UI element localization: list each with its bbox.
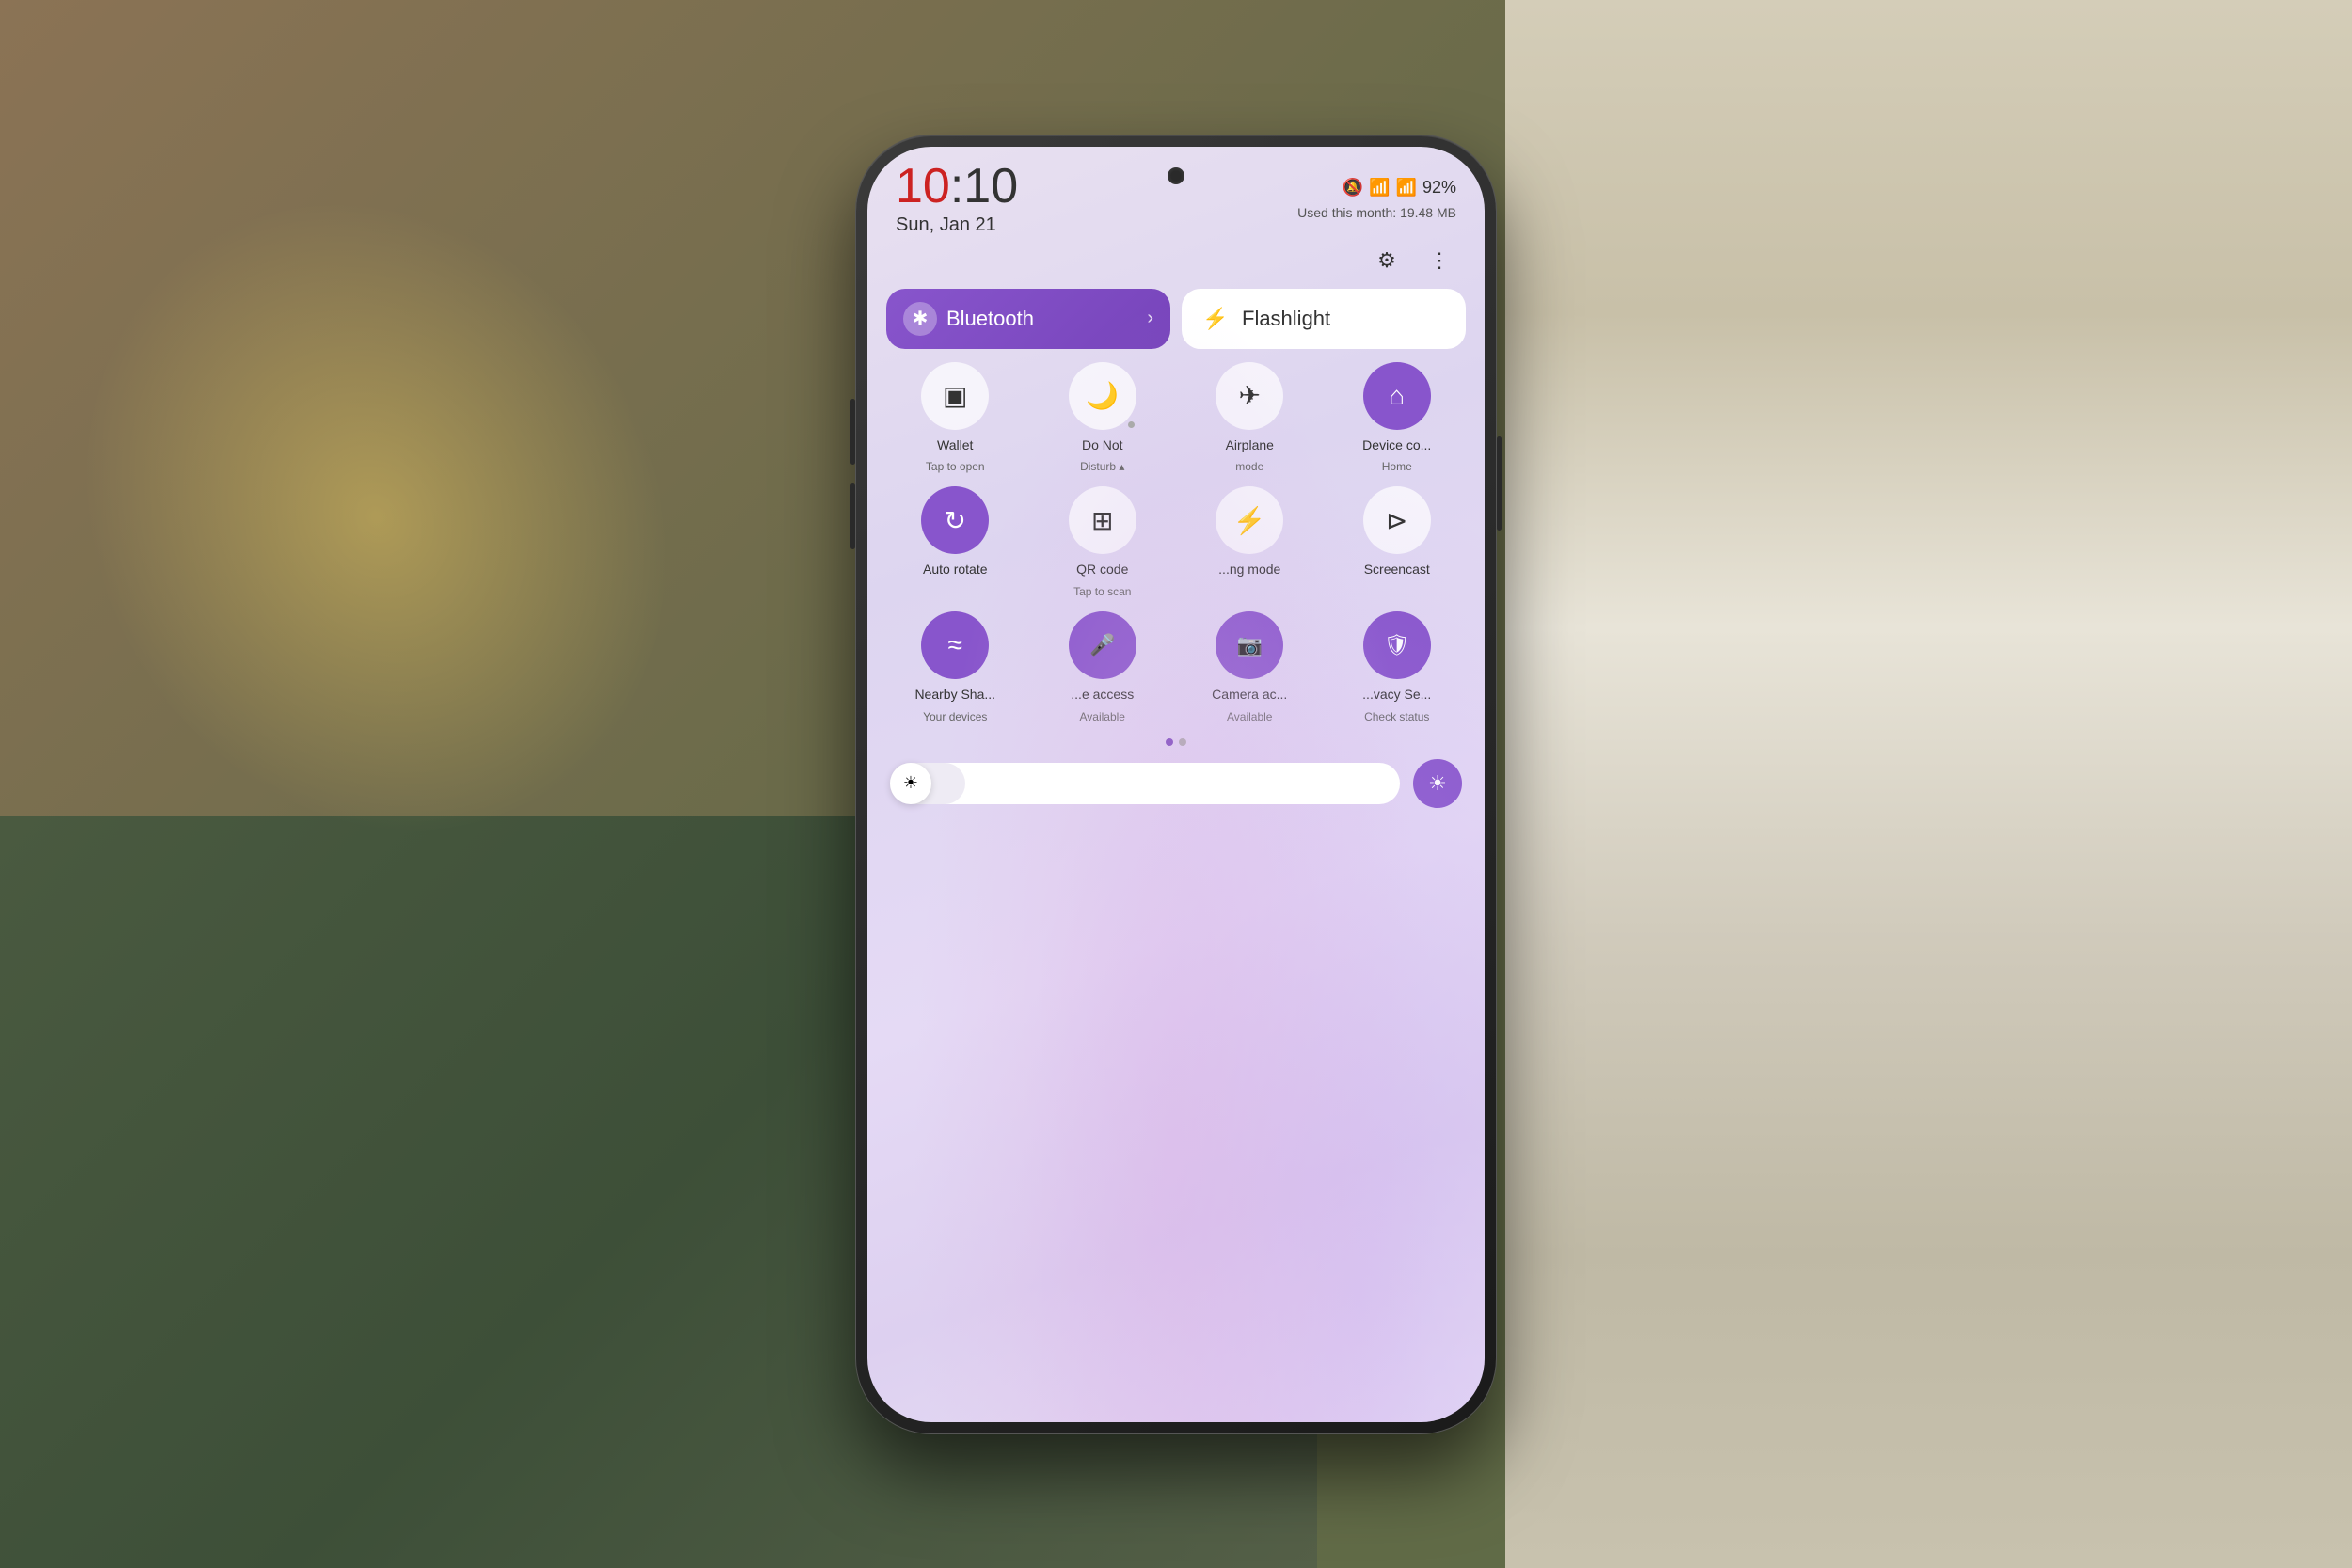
- bluetooth-label: Bluetooth: [946, 307, 1137, 331]
- device-controls-sublabel: Home: [1382, 460, 1412, 473]
- auto-rotate-icon: ↻: [921, 486, 989, 554]
- airplane-sublabel: mode: [1235, 460, 1263, 473]
- settings-row: ⚙ ⋮: [867, 244, 1485, 289]
- privacy-toggle[interactable]: 🛡 ...vacy Se... Check status: [1328, 611, 1467, 723]
- mic-access-sublabel: Available: [1080, 710, 1125, 723]
- screencast-label: Screencast: [1364, 562, 1430, 578]
- qr-code-toggle[interactable]: ⊞ QR code Tap to scan: [1034, 486, 1172, 598]
- screencast-icon: ⊳: [1363, 486, 1431, 554]
- nearby-share-toggle[interactable]: ≈ Nearby Sha... Your devices: [886, 611, 1025, 723]
- wallet-sublabel: Tap to open: [926, 460, 985, 473]
- privacy-sublabel: Check status: [1364, 710, 1429, 723]
- dnd-icon: 🌙: [1069, 362, 1136, 430]
- mic-access-icon: 🎤: [1069, 611, 1136, 679]
- flashlight-label: Flashlight: [1242, 307, 1330, 331]
- clock-colon: :: [950, 159, 963, 214]
- device-controls-toggle[interactable]: ⌂ Device co... Home: [1328, 362, 1467, 474]
- mic-access-toggle[interactable]: 🎤 ...e access Available: [1034, 611, 1172, 723]
- status-bar: 10:10 Sun, Jan 21 🔕 📶 📶 92% Used this mo…: [867, 147, 1485, 244]
- device-controls-label: Device co...: [1362, 437, 1431, 453]
- dnd-circle-wrapper: 🌙: [1069, 362, 1136, 430]
- clock: 10:10: [896, 162, 1018, 211]
- dnd-dot: [1128, 421, 1135, 428]
- auto-brightness-icon: ☀: [1428, 771, 1447, 796]
- airplane-toggle[interactable]: ✈ Airplane mode: [1181, 362, 1319, 474]
- dot-1: [1166, 738, 1173, 746]
- auto-rotate-toggle[interactable]: ↻ Auto rotate: [886, 486, 1025, 598]
- nearby-share-label: Nearby Sha...: [914, 687, 995, 703]
- toggles-row-2: ↻ Auto rotate ⊞ QR code Tap to scan ⚡ ..…: [886, 486, 1466, 598]
- clock-minute: 10: [963, 159, 1018, 214]
- charging-mode-toggle[interactable]: ⚡ ...ng mode: [1181, 486, 1319, 598]
- toggles-row-1: ▣ Wallet Tap to open 🌙 Do Not: [886, 362, 1466, 474]
- status-icons: 🔕 📶 📶 92% Used this month: 19.48 MB: [1297, 178, 1456, 220]
- dot-2: [1179, 738, 1186, 746]
- flashlight-button[interactable]: ⚡ Flashlight: [1182, 289, 1466, 349]
- status-icons-row: 🔕 📶 📶 92%: [1343, 178, 1456, 198]
- battery-level: 92%: [1422, 178, 1456, 198]
- airplane-label: Airplane: [1226, 437, 1274, 453]
- bluetooth-icon: ✱: [903, 302, 937, 336]
- toggles-row-3: ≈ Nearby Sha... Your devices 🎤 ...e acce…: [886, 611, 1466, 723]
- volume-down-button[interactable]: [850, 483, 855, 549]
- dnd-toggle[interactable]: 🌙 Do Not Disturb ▴: [1034, 362, 1172, 474]
- brightness-slider[interactable]: ☀: [890, 763, 1400, 804]
- phone-outer: 10:10 Sun, Jan 21 🔕 📶 📶 92% Used this mo…: [856, 135, 1496, 1433]
- dnd-label: Do Not: [1082, 437, 1123, 453]
- privacy-label: ...vacy Se...: [1362, 687, 1431, 703]
- qr-code-sublabel: Tap to scan: [1073, 585, 1131, 598]
- camera-notch: [1168, 167, 1184, 184]
- qr-code-label: QR code: [1076, 562, 1128, 578]
- dnd-sublabel: Disturb ▴: [1080, 460, 1124, 473]
- time-date-block: 10:10 Sun, Jan 21: [896, 162, 1018, 236]
- charging-mode-label: ...ng mode: [1218, 562, 1280, 578]
- privacy-icon: 🛡: [1363, 611, 1431, 679]
- auto-rotate-label: Auto rotate: [923, 562, 988, 578]
- wallet-label: Wallet: [937, 437, 973, 453]
- top-buttons-row: ✱ Bluetooth › ⚡ Flashlight: [886, 289, 1466, 349]
- clock-hour: 10: [896, 159, 950, 214]
- bluetooth-button[interactable]: ✱ Bluetooth ›: [886, 289, 1170, 349]
- camera-access-label: Camera ac...: [1212, 687, 1287, 703]
- wallet-icon: ▣: [921, 362, 989, 430]
- qr-code-icon: ⊞: [1069, 486, 1136, 554]
- quick-settings-panel: ✱ Bluetooth › ⚡ Flashlight ▣: [867, 289, 1485, 808]
- wood-background: [1505, 0, 2352, 1568]
- sun-icon-small: ☀: [903, 773, 918, 793]
- auto-brightness-button[interactable]: ☀: [1413, 759, 1462, 808]
- settings-button[interactable]: ⚙: [1370, 244, 1404, 277]
- camera-access-icon: 📷: [1216, 611, 1283, 679]
- wallet-toggle[interactable]: ▣ Wallet Tap to open: [886, 362, 1025, 474]
- bluetooth-chevron: ›: [1147, 308, 1153, 329]
- screencast-toggle[interactable]: ⊳ Screencast: [1328, 486, 1467, 598]
- mic-access-label: ...e access: [1071, 687, 1134, 703]
- pagination-dots: [886, 738, 1466, 746]
- mute-icon: 🔕: [1343, 178, 1363, 198]
- volume-up-button[interactable]: [850, 399, 855, 465]
- nearby-share-icon: ≈: [921, 611, 989, 679]
- charging-mode-icon: ⚡: [1216, 486, 1283, 554]
- date: Sun, Jan 21: [896, 214, 1018, 236]
- more-options-button[interactable]: ⋮: [1422, 244, 1456, 277]
- camera-access-sublabel: Available: [1227, 710, 1272, 723]
- phone-screen: 10:10 Sun, Jan 21 🔕 📶 📶 92% Used this mo…: [867, 147, 1485, 1422]
- power-button[interactable]: [1497, 436, 1502, 531]
- flashlight-icon: ⚡: [1199, 302, 1232, 336]
- wallet-circle-wrapper: ▣: [921, 362, 989, 430]
- data-usage: Used this month: 19.48 MB: [1297, 205, 1456, 220]
- device-controls-icon: ⌂: [1363, 362, 1431, 430]
- airplane-icon: ✈: [1216, 362, 1283, 430]
- camera-access-toggle[interactable]: 📷 Camera ac... Available: [1181, 611, 1319, 723]
- nearby-share-sublabel: Your devices: [923, 710, 987, 723]
- wifi-icon: 📶: [1369, 178, 1390, 198]
- signal-icon: 📶: [1396, 178, 1417, 198]
- brightness-row: ☀ ☀: [886, 759, 1466, 808]
- phone: 10:10 Sun, Jan 21 🔕 📶 📶 92% Used this mo…: [856, 135, 1496, 1433]
